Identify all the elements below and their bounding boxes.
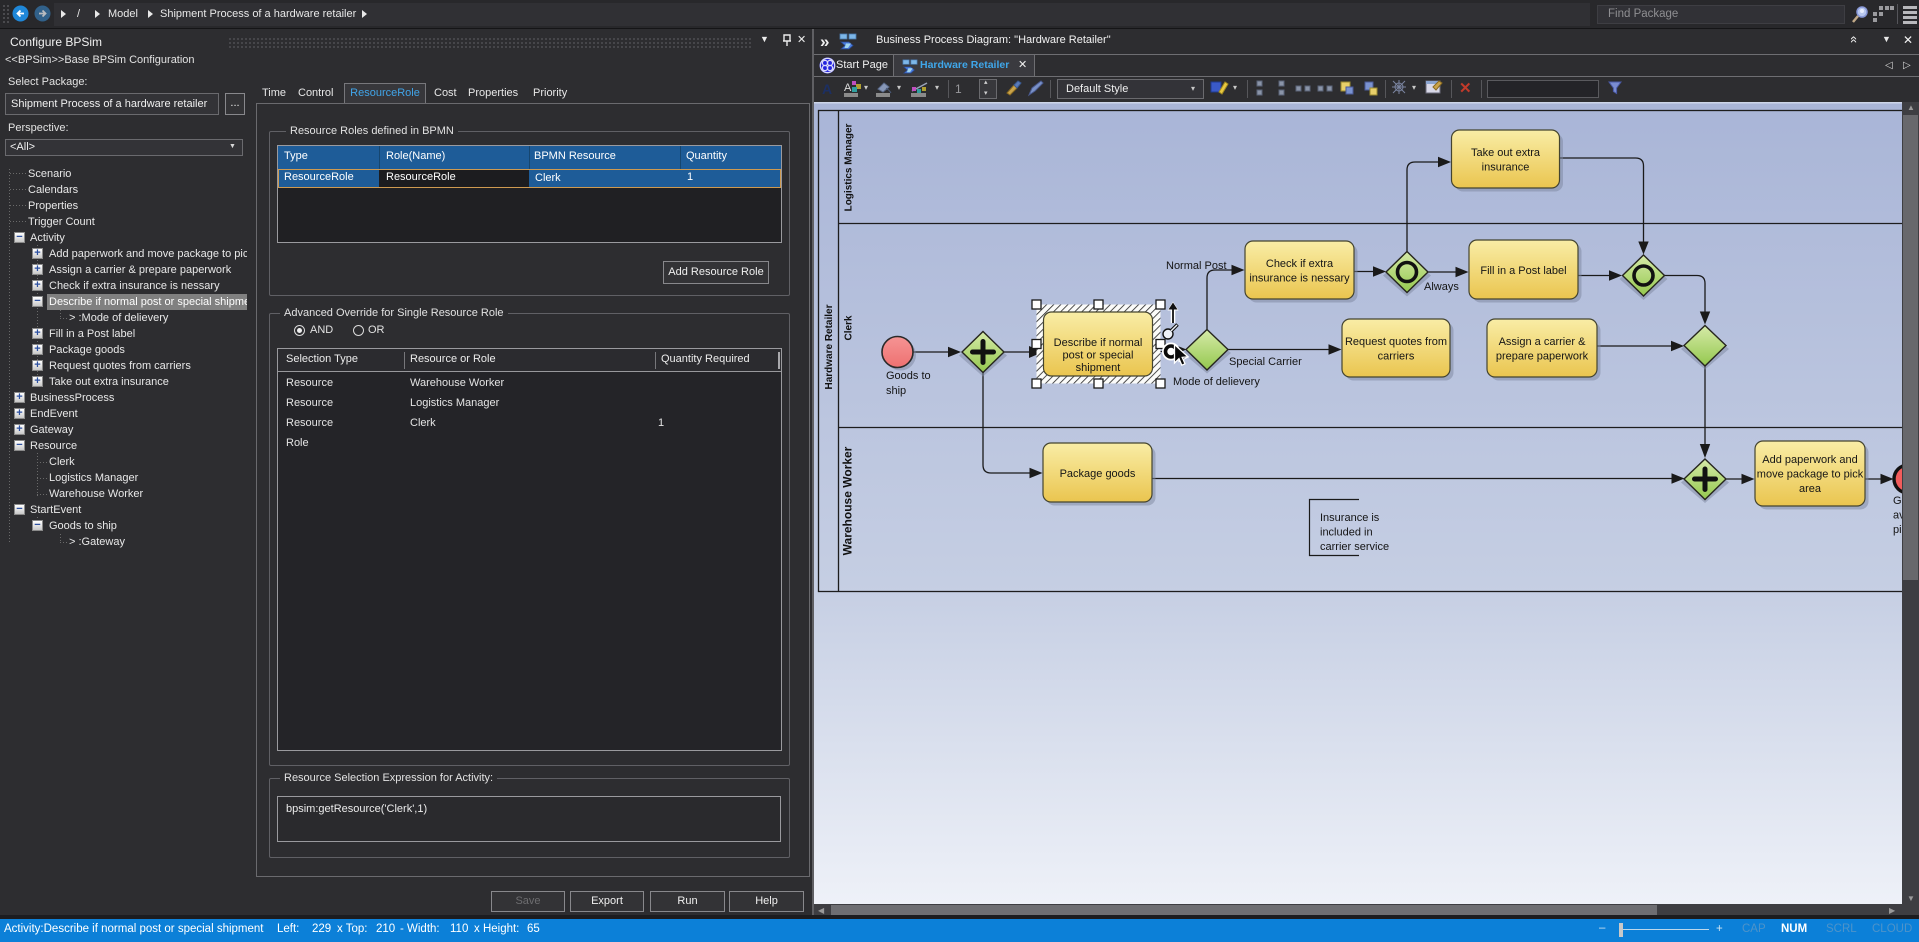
svg-text:Fill in a Post label: Fill in a Post label — [1480, 265, 1566, 277]
svg-text:Goods to: Goods to — [886, 370, 931, 382]
svg-text:included in: included in — [1320, 527, 1373, 539]
svg-text:Always: Always — [1424, 281, 1459, 293]
svg-text:insurance: insurance — [1482, 162, 1530, 174]
svg-text:Logistics Manager: Logistics Manager — [844, 124, 855, 212]
svg-text:insurance is nessary: insurance is nessary — [1249, 273, 1350, 285]
svg-text:carrier service: carrier service — [1320, 541, 1389, 553]
svg-text:Request quotes from: Request quotes from — [1345, 336, 1447, 348]
svg-text:shipment: shipment — [1076, 362, 1121, 374]
svg-text:Assign a carrier &: Assign a carrier & — [1499, 336, 1586, 348]
svg-text:prepare paperwork: prepare paperwork — [1496, 351, 1589, 363]
svg-text:available: available — [1893, 510, 1902, 522]
svg-text:Goods: Goods — [1893, 495, 1902, 507]
svg-text:Mode of delievery: Mode of delievery — [1173, 376, 1260, 388]
svg-text:Check if extra: Check if extra — [1266, 258, 1334, 270]
svg-text:Package goods: Package goods — [1060, 468, 1136, 480]
svg-text:move package to pick: move package to pick — [1757, 469, 1864, 481]
svg-text:Clerk: Clerk — [844, 315, 855, 340]
svg-text:carriers: carriers — [1378, 351, 1415, 363]
svg-text:Describe if normal: Describe if normal — [1054, 337, 1143, 349]
svg-text:Special Carrier: Special Carrier — [1229, 356, 1302, 368]
svg-text:area: area — [1799, 483, 1822, 495]
svg-text:Insurance is: Insurance is — [1320, 512, 1380, 524]
svg-text:A: A — [844, 82, 852, 94]
svg-text:Add paperwork and: Add paperwork and — [1762, 454, 1857, 466]
svg-text:Normal Post: Normal Post — [1166, 260, 1227, 272]
svg-text:ship: ship — [886, 385, 906, 397]
svg-text:pick ar: pick ar — [1893, 524, 1902, 536]
svg-text:Take out extra: Take out extra — [1471, 147, 1541, 159]
svg-text:post or special: post or special — [1063, 350, 1134, 362]
svg-text:Hardware Retailer: Hardware Retailer — [824, 304, 835, 389]
svg-text:Warehouse Worker: Warehouse Worker — [841, 446, 855, 555]
